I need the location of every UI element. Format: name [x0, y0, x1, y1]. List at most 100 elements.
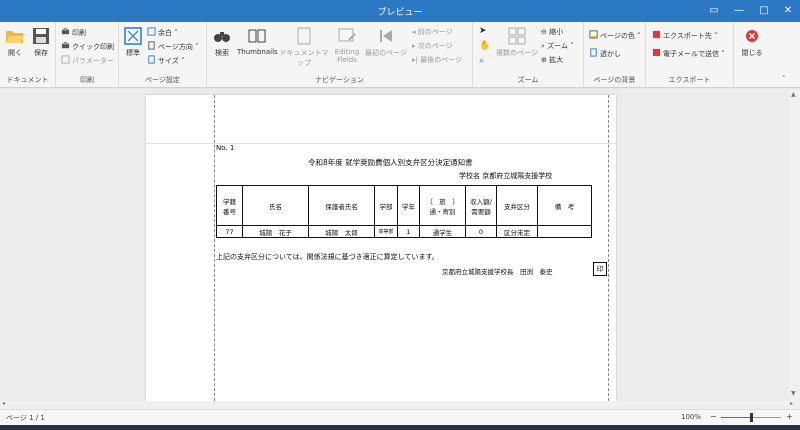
scroll-up-icon[interactable]: ▲: [791, 91, 796, 98]
scroll-right-icon[interactable]: ▸: [790, 400, 793, 407]
group-print: 印刷 クイック印刷 パラメーター 印刷: [56, 22, 119, 88]
next-page-icon: ▸: [412, 42, 416, 50]
zoom-dropdown-button[interactable]: ⌕ ズーム ˅: [541, 41, 574, 52]
last-page-label: 最後のページ: [420, 56, 462, 64]
horizontal-scrollbar[interactable]: ◂ ▸: [0, 400, 800, 409]
cell-dept: 高等部: [374, 225, 398, 238]
email-icon: [652, 48, 661, 57]
title-bar: プレビュー ▭ — □ ✕: [0, 0, 800, 22]
last-page-icon: ▸|: [412, 56, 418, 64]
zoom-out-button[interactable]: ⊖ 縮小: [541, 27, 563, 38]
zoom-plus-button[interactable]: +: [786, 412, 793, 421]
header-guardian: 保護者氏名: [308, 185, 375, 226]
orientation-label: ページ方向: [158, 43, 193, 51]
scale-button[interactable]: 標準: [122, 26, 144, 58]
last-page-button[interactable]: ▸| 最後のページ: [412, 55, 462, 66]
thumbnails-button[interactable]: Thumbnails: [237, 26, 278, 56]
taskbar: [0, 425, 800, 430]
size-button[interactable]: サイズ ˅: [147, 55, 185, 66]
next-page-button[interactable]: ▸ 次のページ: [412, 41, 453, 52]
ribbon-collapse-button[interactable]: ˄: [782, 74, 786, 85]
status-bar: ページ 1 / 1 100% − +: [0, 409, 800, 425]
print-label: 印刷: [72, 29, 86, 37]
editing-fields-label-1: Editing: [334, 48, 360, 56]
group-label-document: ドキュメント: [6, 76, 49, 84]
restore-layout-button[interactable]: ▭: [702, 3, 726, 19]
parameters-button[interactable]: パラメーター: [61, 55, 114, 66]
quick-print-icon: [61, 41, 70, 49]
open-button[interactable]: 開く: [4, 26, 26, 58]
cell-student-no: 77: [216, 225, 243, 238]
search-button[interactable]: 検索: [211, 26, 233, 58]
zoom-slider-track[interactable]: [721, 413, 781, 422]
margins-label: 余白: [158, 29, 172, 37]
zoom-slider-fill: [721, 417, 751, 418]
size-label: サイズ: [158, 57, 179, 65]
prev-page-button[interactable]: ◂ 前のページ: [412, 27, 453, 38]
document-map-button[interactable]: ドキュメントマップ: [279, 26, 329, 68]
page-indicator: ページ 1 / 1: [6, 414, 45, 422]
maximize-button[interactable]: □: [752, 3, 776, 19]
group-label-zoom: ズーム: [517, 76, 539, 84]
magnifier-tool-button[interactable]: ⌕: [479, 56, 484, 67]
scale-icon: [124, 27, 142, 45]
zoom-minus-button[interactable]: −: [710, 412, 717, 421]
document-number: No. 1: [216, 144, 235, 152]
scroll-down-icon[interactable]: ▼: [791, 390, 796, 397]
zoom-label: ズーム: [547, 42, 568, 50]
multi-page-button[interactable]: 複数のページ: [495, 26, 539, 58]
scroll-left-icon[interactable]: ◂: [2, 400, 5, 407]
pointer-tool-button[interactable]: ➤: [479, 26, 487, 37]
cell-guardian: 城陽 太郎: [308, 225, 375, 238]
export-to-button[interactable]: エクスポート先 ˅: [652, 30, 718, 41]
quick-print-button[interactable]: クイック印刷: [61, 41, 114, 52]
cell-name: 城陽 花子: [242, 225, 309, 238]
header-dept: 学部: [374, 185, 398, 226]
header-name: 氏名: [242, 185, 309, 226]
first-page-button[interactable]: 最初のページ: [365, 26, 407, 58]
group-page-setup: 標準 余白 ˅ ページ方向 ˅ サイズ ˅ ページ設定: [119, 22, 207, 88]
group-close: 閉じる: [734, 22, 770, 88]
close-window-button[interactable]: ✕: [776, 3, 800, 19]
scale-label: 標準: [126, 49, 140, 57]
save-label: 保存: [34, 49, 48, 57]
group-label-page-setup: ページ設定: [145, 76, 180, 84]
email-as-button[interactable]: 電子メールで送信 ˅: [652, 48, 725, 59]
page-color-button[interactable]: ページの色 ˅: [589, 30, 641, 41]
next-page-label: 次のページ: [417, 42, 453, 50]
group-page-background: ページの色 ˅ 透かし ページの背景: [584, 22, 646, 88]
prev-page-icon: ◂: [412, 28, 416, 36]
export-to-label: エクスポート先: [663, 32, 712, 40]
orientation-button[interactable]: ページ方向 ˅: [147, 41, 199, 52]
editing-fields-button[interactable]: Editing Fields: [331, 26, 363, 64]
zoom-in-button[interactable]: ⊕ 拡大: [541, 55, 563, 66]
thumbnails-icon: [248, 29, 266, 43]
margin-guide-left: [214, 95, 215, 401]
header-income: 収入額/需要額: [465, 185, 497, 226]
preview-area[interactable]: No. 1 令和8年度 就学奨励費個人別支弁区分決定通知書 学校名 京都府立城陽…: [0, 89, 800, 401]
watermark-icon: [590, 48, 597, 57]
hand-tool-button[interactable]: ✋: [479, 41, 490, 52]
email-as-label: 電子メールで送信: [663, 50, 719, 58]
vertical-scrollbar[interactable]: ▲ ▼: [789, 89, 800, 401]
print-button[interactable]: 印刷: [61, 27, 86, 38]
zoom-in-label: 拡大: [549, 56, 564, 64]
zoom-slider-thumb[interactable]: [750, 413, 753, 422]
note-text: 上記の支弁区分については、関係法規に基づき適正に算定しています。: [216, 253, 439, 261]
cell-remarks: [537, 225, 592, 238]
magnifier-icon: ⌕: [479, 56, 485, 66]
save-button[interactable]: 保存: [30, 26, 52, 58]
editing-fields-label-2: Fields: [337, 56, 357, 64]
watermark-button[interactable]: 透かし: [589, 48, 621, 59]
group-label-navigation: ナビゲーション: [315, 76, 364, 84]
header-grade: 学年: [397, 185, 420, 226]
minimize-button[interactable]: —: [727, 3, 751, 19]
header-commute: （ 旅 ）通・寄別: [419, 185, 466, 226]
close-preview-button[interactable]: 閉じる: [740, 26, 764, 58]
open-label: 開く: [8, 49, 22, 57]
document-map-label: ドキュメントマップ: [279, 49, 329, 67]
margins-button[interactable]: 余白 ˅: [147, 27, 178, 38]
folder-open-icon: [6, 31, 24, 43]
table-row: 77 城陽 花子 城陽 太郎 高等部 1 通学生 0 区分未定: [216, 225, 592, 238]
zoom-icon: ⌕: [541, 42, 545, 50]
